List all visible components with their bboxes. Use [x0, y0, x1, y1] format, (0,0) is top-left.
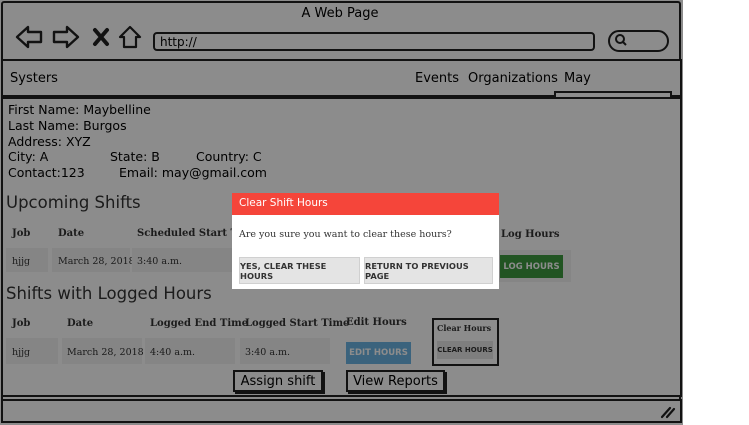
- dialog-message: Are you sure you want to clear these hou…: [239, 229, 452, 240]
- dialog-title: Clear Shift Hours: [232, 193, 499, 215]
- return-button[interactable]: RETURN TO PREVIOUS PAGE: [364, 257, 493, 284]
- confirm-clear-button[interactable]: YES, CLEAR THESE HOURS: [239, 257, 360, 284]
